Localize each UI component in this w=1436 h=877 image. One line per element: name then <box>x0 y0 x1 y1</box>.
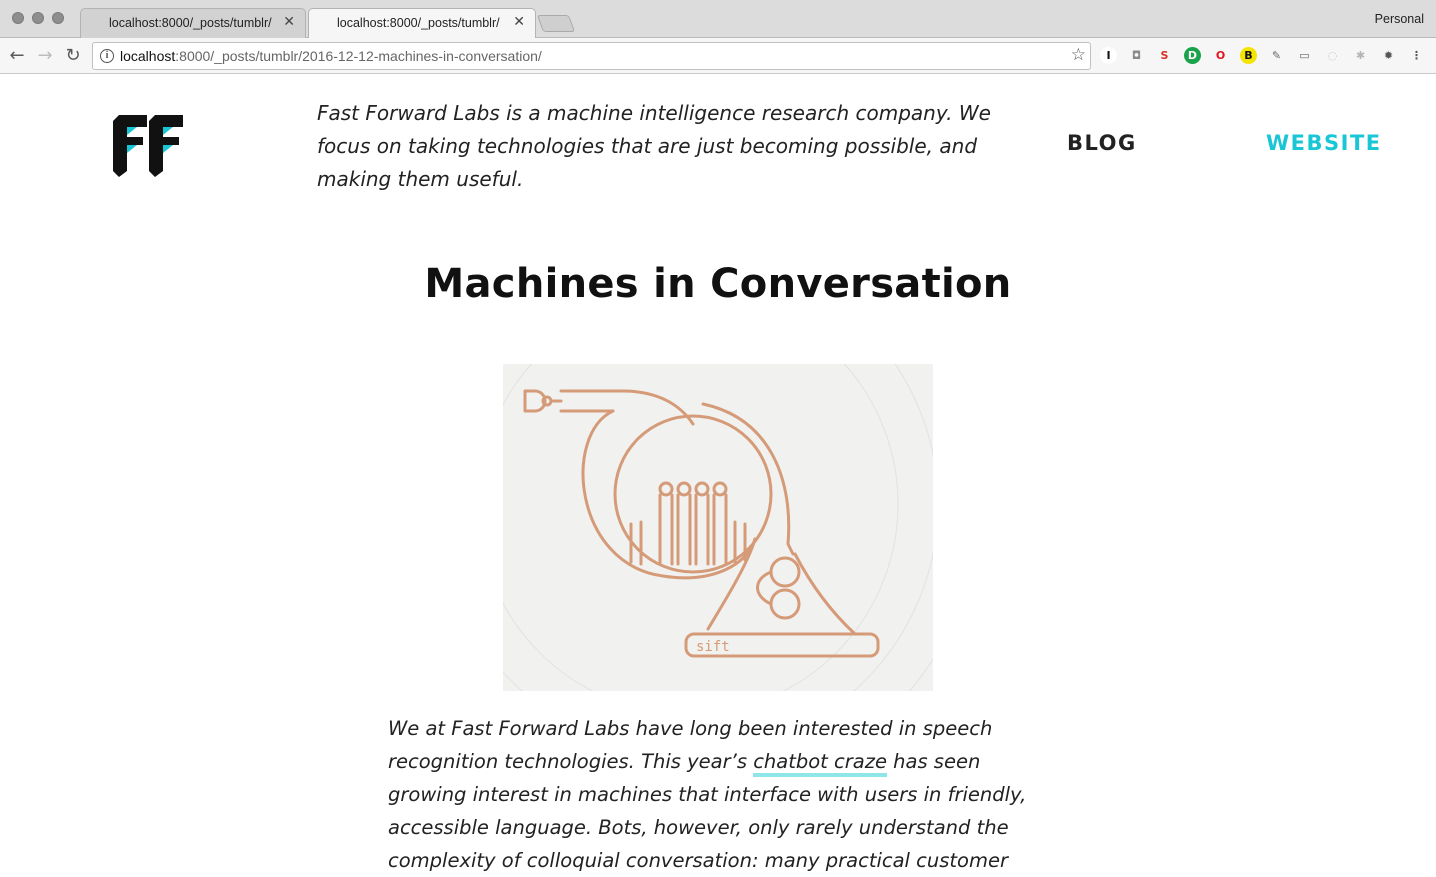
nav-website-link[interactable]: WEBSITE <box>1266 131 1382 155</box>
gear-extension-icon[interactable]: ✱ <box>1352 47 1369 64</box>
browser-toolbar: ← → ↻ i localhost:8000/_posts/tumblr/201… <box>0 38 1436 74</box>
new-tab-button[interactable] <box>536 15 576 32</box>
ff-logo-icon[interactable] <box>113 115 183 177</box>
browser-tab-2[interactable]: localhost:8000/_posts/tumblr/ ✕ <box>308 8 536 39</box>
post-body-paragraph: We at Fast Forward Labs have long been i… <box>388 717 1027 872</box>
tab-title: localhost:8000/_posts/tumblr/ <box>337 16 500 30</box>
bookmark-star-icon[interactable]: ☆ <box>1071 45 1086 65</box>
post-title: Machines in Conversation <box>424 261 1012 307</box>
pin-icon[interactable]: ✎ <box>1268 47 1285 64</box>
url-text[interactable]: localhost:8000/_posts/tumblr/2016-12-12-… <box>120 48 542 64</box>
close-window-button[interactable] <box>12 12 24 24</box>
forward-arrow-icon[interactable]: → <box>33 44 57 68</box>
s-extension-icon[interactable]: S <box>1156 47 1173 64</box>
minimize-window-button[interactable] <box>32 12 44 24</box>
nav-blog-link[interactable]: BLOG <box>1067 131 1137 155</box>
d-extension-icon[interactable]: D <box>1184 47 1201 64</box>
browser-tab-1[interactable]: localhost:8000/_posts/tumblr/ ✕ <box>80 8 306 38</box>
reload-icon[interactable]: ↻ <box>61 44 85 68</box>
b-extension-icon[interactable]: B <box>1240 47 1257 64</box>
page-content: Fast Forward Labs is a machine intellige… <box>0 75 1436 877</box>
tab-title: localhost:8000/_posts/tumblr/ <box>109 16 272 30</box>
info-icon[interactable]: i <box>100 49 114 63</box>
profile-name[interactable]: Personal <box>1375 12 1424 26</box>
illustration-label: sift <box>696 639 730 655</box>
menu-icon[interactable]: ⋮ <box>1408 47 1425 64</box>
cast-icon[interactable]: ▭ <box>1296 47 1313 64</box>
opera-icon[interactable]: O <box>1212 47 1229 64</box>
tab-close-icon[interactable]: ✕ <box>513 14 525 30</box>
chatbot-craze-link[interactable]: chatbot craze <box>753 750 887 777</box>
browser-tab-bar: localhost:8000/_posts/tumblr/ ✕ localhos… <box>0 0 1436 39</box>
instapaper-icon[interactable]: I <box>1100 47 1117 64</box>
site-tagline: Fast Forward Labs is a machine intellige… <box>317 101 991 191</box>
tab-close-icon[interactable]: ✕ <box>283 14 295 30</box>
circle-extension-icon[interactable]: ◌ <box>1324 47 1341 64</box>
back-arrow-icon[interactable]: ← <box>5 44 29 68</box>
address-bar[interactable]: i localhost:8000/_posts/tumblr/2016-12-1… <box>92 42 1091 70</box>
camera-icon[interactable]: ◘ <box>1128 47 1145 64</box>
bug-icon[interactable]: ✹ <box>1380 47 1397 64</box>
french-horn-illustration: sift <box>503 364 933 691</box>
maximize-window-button[interactable] <box>52 12 64 24</box>
